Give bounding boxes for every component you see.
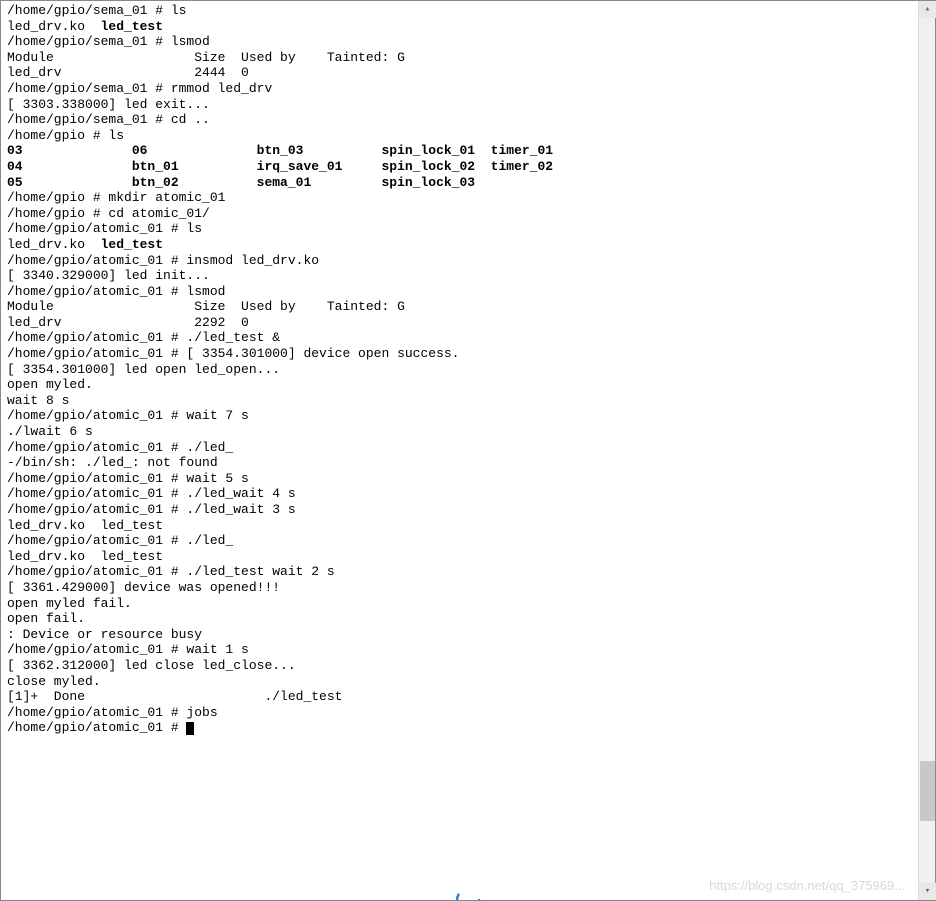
terminal-line: [ 3303.338000] led exit... [7,97,929,113]
scroll-thumb[interactable] [920,761,935,821]
scroll-up-button[interactable]: ▴ [919,1,936,18]
terminal-line: /home/gpio/atomic_01 # ./led_test wait 2… [7,564,929,580]
terminal-line: /home/gpio # mkdir atomic_01 [7,190,929,206]
terminal-output[interactable]: /home/gpio/sema_01 # lsled_drv.ko led_te… [1,1,935,900]
terminal-line: [ 3354.301000] led open led_open... [7,362,929,378]
terminal-line: [ 3361.429000] device was opened!!! [7,580,929,596]
terminal-line: Module Size Used by Tainted: G [7,299,929,315]
terminal-line: -/bin/sh: ./led_: not found [7,455,929,471]
terminal-line: /home/gpio/atomic_01 # [ 3354.301000] de… [7,346,929,362]
terminal-line: ./lwait 6 s [7,424,929,440]
terminal-line: /home/gpio # cd atomic_01/ [7,206,929,222]
terminal-line: close myled. [7,674,929,690]
terminal-line: /home/gpio/atomic_01 # wait 7 s [7,408,929,424]
terminal-line: /home/gpio/sema_01 # cd .. [7,112,929,128]
terminal-line: /home/gpio/atomic_01 # ls [7,221,929,237]
terminal-line: /home/gpio/atomic_01 # [7,720,929,736]
terminal-line: /home/gpio/atomic_01 # jobs [7,705,929,721]
cursor [186,722,194,735]
terminal-line: /home/gpio/atomic_01 # lsmod [7,284,929,300]
terminal-line: /home/gpio/atomic_01 # ./led_wait 4 s [7,486,929,502]
terminal-line: /home/gpio/sema_01 # lsmod [7,34,929,50]
terminal-line: /home/gpio/atomic_01 # insmod led_drv.ko [7,253,929,269]
scroll-down-button[interactable]: ▾ [919,883,936,900]
terminal-line: /home/gpio/sema_01 # rmmod led_drv [7,81,929,97]
terminal-line: led_drv.ko led_test [7,19,929,35]
terminal-line: /home/gpio/atomic_01 # ./led_ [7,440,929,456]
terminal-line: /home/gpio/atomic_01 # wait 1 s [7,642,929,658]
terminal-line: /home/gpio/sema_01 # ls [7,3,929,19]
terminal-line: : Device or resource busy [7,627,929,643]
terminal-line: [1]+ Done ./led_test [7,689,929,705]
terminal-line: open myled. [7,377,929,393]
loading-spinner-icon [454,886,482,900]
terminal-line: 05 btn_02 sema_01 spin_lock_03 [7,175,929,191]
terminal-line: wait 8 s [7,393,929,409]
terminal-line: /home/gpio/atomic_01 # ./led_test & [7,330,929,346]
terminal-line: led_drv 2292 0 [7,315,929,331]
terminal-line: /home/gpio/atomic_01 # ./led_ [7,533,929,549]
terminal-line: [ 3362.312000] led close led_close... [7,658,929,674]
terminal-line: /home/gpio # ls [7,128,929,144]
terminal-line: Module Size Used by Tainted: G [7,50,929,66]
terminal-line: led_drv.ko led_test [7,518,929,534]
terminal-line: 03 06 btn_03 spin_lock_01 timer_01 [7,143,929,159]
terminal-line: open fail. [7,611,929,627]
terminal-line: led_drv.ko led_test [7,237,929,253]
watermark-text: https://blog.csdn.net/qq_375969... [709,878,905,894]
terminal-line: /home/gpio/atomic_01 # wait 5 s [7,471,929,487]
terminal-line: led_drv 2444 0 [7,65,929,81]
terminal-line: 04 btn_01 irq_save_01 spin_lock_02 timer… [7,159,929,175]
vertical-scrollbar[interactable]: ▴ ▾ [918,1,935,900]
terminal-line: [ 3340.329000] led init... [7,268,929,284]
terminal-line: /home/gpio/atomic_01 # ./led_wait 3 s [7,502,929,518]
terminal-line: led_drv.ko led_test [7,549,929,565]
terminal-line: open myled fail. [7,596,929,612]
